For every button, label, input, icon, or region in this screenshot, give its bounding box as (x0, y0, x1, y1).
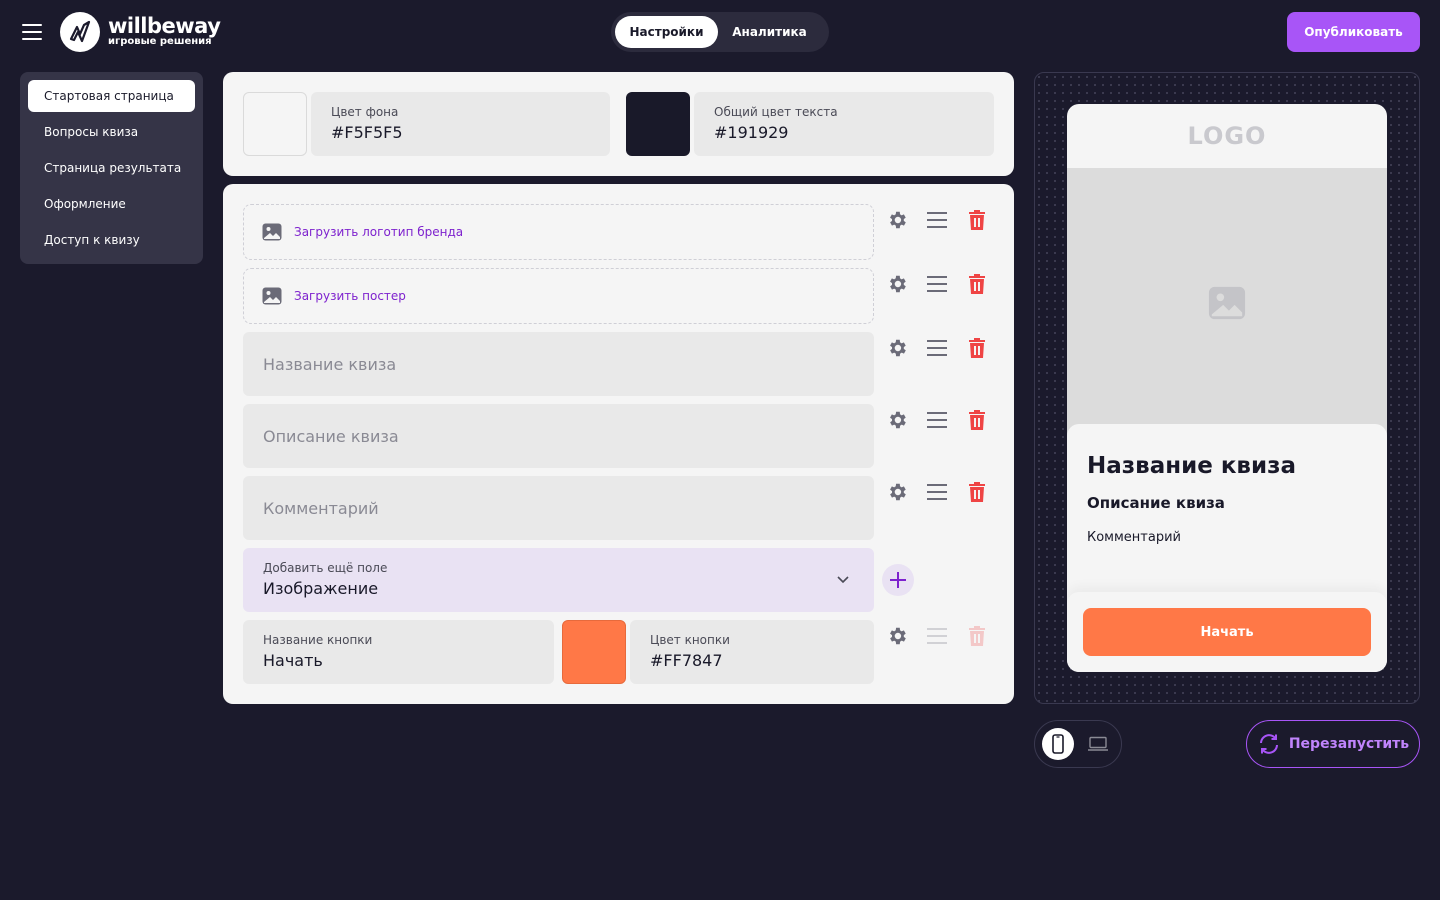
text-color-value: #191929 (714, 123, 789, 142)
logo-mark-icon (60, 12, 100, 52)
menu-icon[interactable] (22, 24, 42, 40)
button-color-value: #FF7847 (650, 651, 723, 670)
image-icon (262, 223, 282, 241)
mobile-view-button[interactable] (1042, 728, 1074, 760)
upload-logo-dropzone[interactable]: Загрузить логотип бренда (243, 204, 874, 260)
button-color-swatch[interactable] (562, 620, 626, 684)
laptop-icon (1088, 736, 1108, 751)
background-color-swatch[interactable] (243, 92, 307, 156)
upload-poster-label: Загрузить постер (294, 289, 406, 303)
upload-poster-actions (886, 273, 996, 295)
trash-icon[interactable] (966, 481, 988, 503)
trash-icon[interactable] (966, 409, 988, 431)
restart-button[interactable]: Перезапустить (1246, 720, 1420, 768)
button-name-label: Название кнопки (263, 633, 373, 647)
trash-icon (969, 626, 985, 646)
image-placeholder-icon (1208, 286, 1246, 320)
quiz-title-actions (886, 337, 996, 359)
phone-icon (1052, 734, 1064, 754)
trash-icon[interactable] (966, 337, 988, 359)
sidebar-item-access[interactable]: Доступ к квизу (28, 224, 195, 256)
text-color-field[interactable]: Общий цвет текста #191929 (694, 92, 994, 156)
preview-description: Описание квиза (1087, 494, 1225, 512)
tab-settings[interactable]: Настройки (615, 16, 718, 48)
refresh-icon (1259, 734, 1278, 754)
brand-logo: willbeway игровые решения (60, 12, 221, 52)
gear-icon[interactable] (886, 625, 908, 647)
upload-logo-label: Загрузить логотип бренда (294, 225, 464, 239)
gear-icon[interactable] (886, 273, 908, 295)
sidebar-item-questions[interactable]: Вопросы квиза (28, 116, 195, 148)
drag-handle-icon[interactable] (926, 209, 948, 231)
preview-start-button[interactable]: Начать (1083, 608, 1371, 656)
brand-name: willbeway (108, 14, 221, 38)
colors-panel: Цвет фона #F5F5F5 Общий цвет текста #191… (223, 72, 1014, 176)
background-color-value: #F5F5F5 (331, 123, 403, 142)
background-color-label: Цвет фона (331, 105, 399, 119)
button-actions (886, 625, 996, 647)
sidebar-item-result-page[interactable]: Страница результата (28, 152, 195, 184)
drag-handle-icon[interactable] (926, 409, 948, 431)
button-name-value: Начать (263, 651, 323, 670)
upload-poster-dropzone[interactable]: Загрузить постер (243, 268, 874, 324)
drag-handle-icon[interactable] (926, 273, 948, 295)
trash-icon[interactable] (966, 209, 988, 231)
add-field-value: Изображение (263, 579, 379, 598)
plus-icon (890, 572, 906, 588)
add-field-label: Добавить ещё поле (263, 561, 388, 575)
button-color-field[interactable]: Цвет кнопки #FF7847 (630, 620, 874, 684)
preview-poster (1067, 168, 1387, 438)
quiz-description-actions (886, 409, 996, 431)
desktop-view-button[interactable] (1082, 728, 1114, 760)
device-toggle (1034, 720, 1122, 768)
drag-handle-icon[interactable] (926, 481, 948, 503)
publish-button[interactable]: Опубликовать (1287, 12, 1420, 52)
sidebar: Стартовая страница Вопросы квиза Страниц… (20, 72, 203, 264)
preview-button-area: Начать (1067, 592, 1387, 672)
mobile-preview: LOGO Название квиза Описание квиза Комме… (1034, 72, 1420, 704)
top-tabs: Настройки Аналитика (611, 12, 829, 52)
button-color-label: Цвет кнопки (650, 633, 730, 647)
start-page-editor: Загрузить логотип бренда Загрузить посте… (223, 184, 1014, 704)
text-color-label: Общий цвет текста (714, 105, 838, 119)
preview-phone: LOGO Название квиза Описание квиза Комме… (1067, 104, 1387, 672)
trash-icon[interactable] (966, 273, 988, 295)
quiz-description-input[interactable]: Описание квиза (243, 404, 874, 468)
gear-icon[interactable] (886, 209, 908, 231)
upload-logo-actions (886, 209, 996, 231)
quiz-title-input[interactable]: Название квиза (243, 332, 874, 396)
button-name-field[interactable]: Название кнопки Начать (243, 620, 554, 684)
add-field-button[interactable] (882, 564, 914, 596)
image-icon (262, 287, 282, 305)
add-field-select[interactable]: Добавить ещё поле Изображение (243, 548, 874, 612)
gear-icon[interactable] (886, 337, 908, 359)
drag-handle-icon[interactable] (926, 337, 948, 359)
tab-analytics[interactable]: Аналитика (718, 16, 821, 48)
chevron-down-icon (837, 576, 849, 584)
background-color-field[interactable]: Цвет фона #F5F5F5 (311, 92, 610, 156)
gear-icon[interactable] (886, 409, 908, 431)
brand-subtitle: игровые решения (108, 36, 212, 47)
drag-handle-icon (927, 628, 947, 644)
comment-input[interactable]: Комментарий (243, 476, 874, 540)
sidebar-item-start-page[interactable]: Стартовая страница (28, 80, 195, 112)
restart-label: Перезапустить (1288, 736, 1410, 752)
preview-title: Название квиза (1087, 453, 1296, 479)
preview-logo: LOGO (1187, 122, 1267, 150)
text-color-swatch[interactable] (626, 92, 690, 156)
sidebar-item-design[interactable]: Оформление (28, 188, 195, 220)
comment-actions (886, 481, 996, 503)
preview-comment: Комментарий (1087, 530, 1181, 545)
gear-icon[interactable] (886, 481, 908, 503)
